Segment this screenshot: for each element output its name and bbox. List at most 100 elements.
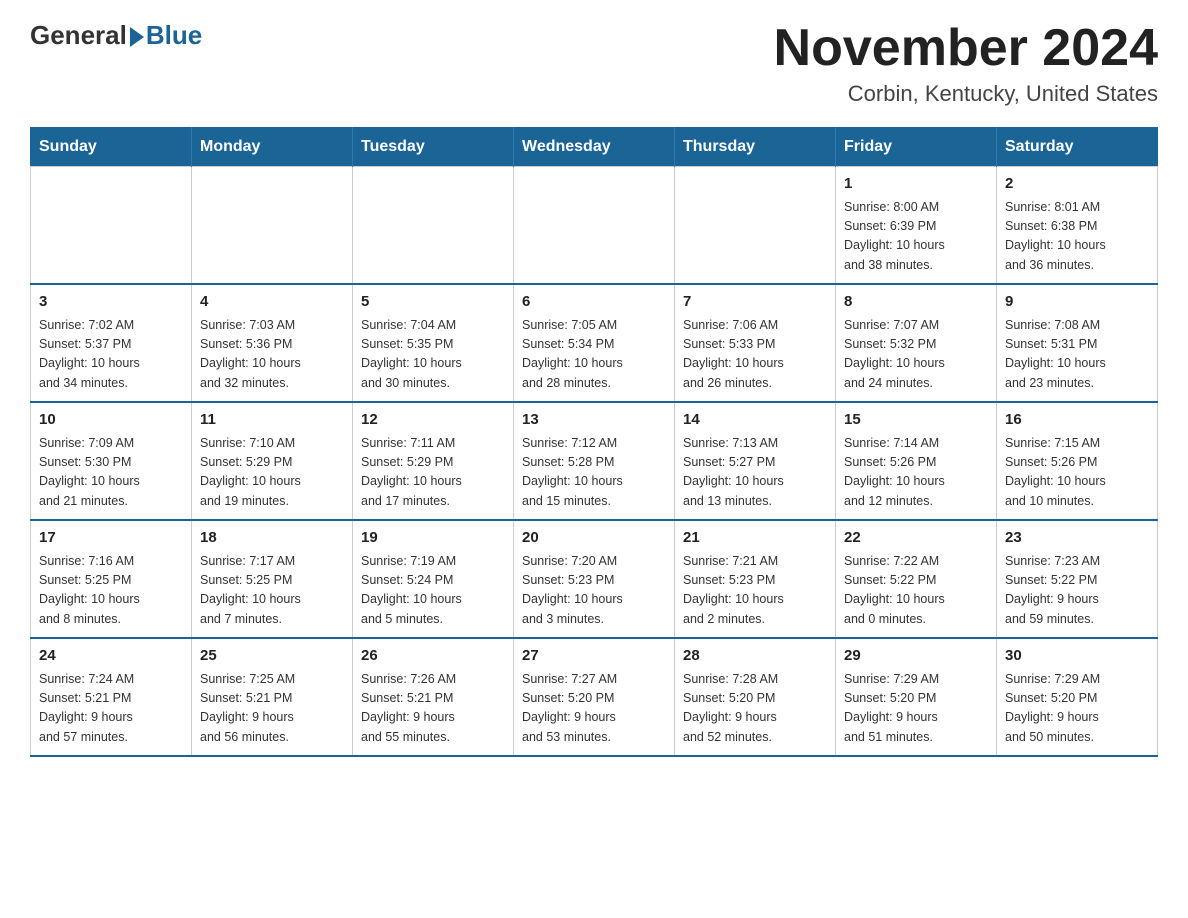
calendar-cell: 1Sunrise: 8:00 AMSunset: 6:39 PMDaylight… xyxy=(836,167,997,285)
day-number: 14 xyxy=(683,409,827,432)
logo: General Blue xyxy=(30,20,202,51)
day-info: Sunrise: 7:22 AMSunset: 5:22 PMDaylight:… xyxy=(844,552,988,630)
day-number: 19 xyxy=(361,527,505,550)
day-number: 29 xyxy=(844,645,988,668)
calendar-cell: 23Sunrise: 7:23 AMSunset: 5:22 PMDayligh… xyxy=(997,520,1158,638)
day-info: Sunrise: 7:02 AMSunset: 5:37 PMDaylight:… xyxy=(39,316,183,394)
day-info: Sunrise: 7:26 AMSunset: 5:21 PMDaylight:… xyxy=(361,670,505,748)
calendar-cell: 25Sunrise: 7:25 AMSunset: 5:21 PMDayligh… xyxy=(192,638,353,756)
day-number: 30 xyxy=(1005,645,1149,668)
day-number: 7 xyxy=(683,291,827,314)
calendar-cell: 14Sunrise: 7:13 AMSunset: 5:27 PMDayligh… xyxy=(675,402,836,520)
calendar-week-row: 24Sunrise: 7:24 AMSunset: 5:21 PMDayligh… xyxy=(31,638,1158,756)
day-info: Sunrise: 8:00 AMSunset: 6:39 PMDaylight:… xyxy=(844,198,988,276)
calendar-week-row: 3Sunrise: 7:02 AMSunset: 5:37 PMDaylight… xyxy=(31,284,1158,402)
day-of-week-header: Friday xyxy=(836,128,997,167)
day-number: 21 xyxy=(683,527,827,550)
day-info: Sunrise: 7:29 AMSunset: 5:20 PMDaylight:… xyxy=(1005,670,1149,748)
day-number: 18 xyxy=(200,527,344,550)
day-number: 12 xyxy=(361,409,505,432)
calendar-cell: 22Sunrise: 7:22 AMSunset: 5:22 PMDayligh… xyxy=(836,520,997,638)
day-of-week-header: Wednesday xyxy=(514,128,675,167)
day-info: Sunrise: 7:09 AMSunset: 5:30 PMDaylight:… xyxy=(39,434,183,512)
days-header-row: SundayMondayTuesdayWednesdayThursdayFrid… xyxy=(31,128,1158,167)
day-info: Sunrise: 7:12 AMSunset: 5:28 PMDaylight:… xyxy=(522,434,666,512)
day-info: Sunrise: 7:28 AMSunset: 5:20 PMDaylight:… xyxy=(683,670,827,748)
calendar-cell: 8Sunrise: 7:07 AMSunset: 5:32 PMDaylight… xyxy=(836,284,997,402)
day-number: 2 xyxy=(1005,173,1149,196)
location-subtitle: Corbin, Kentucky, United States xyxy=(774,81,1158,107)
day-number: 26 xyxy=(361,645,505,668)
calendar-cell: 7Sunrise: 7:06 AMSunset: 5:33 PMDaylight… xyxy=(675,284,836,402)
calendar-body: 1Sunrise: 8:00 AMSunset: 6:39 PMDaylight… xyxy=(31,167,1158,757)
day-info: Sunrise: 7:14 AMSunset: 5:26 PMDaylight:… xyxy=(844,434,988,512)
calendar-cell: 29Sunrise: 7:29 AMSunset: 5:20 PMDayligh… xyxy=(836,638,997,756)
calendar-cell: 28Sunrise: 7:28 AMSunset: 5:20 PMDayligh… xyxy=(675,638,836,756)
day-info: Sunrise: 7:20 AMSunset: 5:23 PMDaylight:… xyxy=(522,552,666,630)
day-info: Sunrise: 7:10 AMSunset: 5:29 PMDaylight:… xyxy=(200,434,344,512)
calendar-cell: 27Sunrise: 7:27 AMSunset: 5:20 PMDayligh… xyxy=(514,638,675,756)
day-info: Sunrise: 7:24 AMSunset: 5:21 PMDaylight:… xyxy=(39,670,183,748)
calendar-header: SundayMondayTuesdayWednesdayThursdayFrid… xyxy=(31,128,1158,167)
day-number: 17 xyxy=(39,527,183,550)
logo-general-text: General xyxy=(30,20,127,51)
calendar-cell: 5Sunrise: 7:04 AMSunset: 5:35 PMDaylight… xyxy=(353,284,514,402)
calendar-cell: 17Sunrise: 7:16 AMSunset: 5:25 PMDayligh… xyxy=(31,520,192,638)
calendar-cell: 21Sunrise: 7:21 AMSunset: 5:23 PMDayligh… xyxy=(675,520,836,638)
calendar-cell: 10Sunrise: 7:09 AMSunset: 5:30 PMDayligh… xyxy=(31,402,192,520)
title-block: November 2024 Corbin, Kentucky, United S… xyxy=(774,20,1158,107)
day-info: Sunrise: 7:21 AMSunset: 5:23 PMDaylight:… xyxy=(683,552,827,630)
calendar-cell xyxy=(514,167,675,285)
calendar-cell: 26Sunrise: 7:26 AMSunset: 5:21 PMDayligh… xyxy=(353,638,514,756)
day-number: 28 xyxy=(683,645,827,668)
day-of-week-header: Monday xyxy=(192,128,353,167)
calendar-cell xyxy=(192,167,353,285)
day-info: Sunrise: 7:27 AMSunset: 5:20 PMDaylight:… xyxy=(522,670,666,748)
logo-triangle-icon xyxy=(130,27,144,47)
calendar-cell xyxy=(675,167,836,285)
calendar-cell: 24Sunrise: 7:24 AMSunset: 5:21 PMDayligh… xyxy=(31,638,192,756)
day-number: 6 xyxy=(522,291,666,314)
day-number: 1 xyxy=(844,173,988,196)
calendar-cell: 20Sunrise: 7:20 AMSunset: 5:23 PMDayligh… xyxy=(514,520,675,638)
calendar-week-row: 10Sunrise: 7:09 AMSunset: 5:30 PMDayligh… xyxy=(31,402,1158,520)
day-info: Sunrise: 7:17 AMSunset: 5:25 PMDaylight:… xyxy=(200,552,344,630)
day-number: 25 xyxy=(200,645,344,668)
calendar-cell: 9Sunrise: 7:08 AMSunset: 5:31 PMDaylight… xyxy=(997,284,1158,402)
day-info: Sunrise: 7:23 AMSunset: 5:22 PMDaylight:… xyxy=(1005,552,1149,630)
day-info: Sunrise: 8:01 AMSunset: 6:38 PMDaylight:… xyxy=(1005,198,1149,276)
day-number: 9 xyxy=(1005,291,1149,314)
calendar-table: SundayMondayTuesdayWednesdayThursdayFrid… xyxy=(30,127,1158,757)
day-info: Sunrise: 7:05 AMSunset: 5:34 PMDaylight:… xyxy=(522,316,666,394)
day-info: Sunrise: 7:25 AMSunset: 5:21 PMDaylight:… xyxy=(200,670,344,748)
day-number: 24 xyxy=(39,645,183,668)
day-of-week-header: Thursday xyxy=(675,128,836,167)
day-number: 13 xyxy=(522,409,666,432)
calendar-cell: 13Sunrise: 7:12 AMSunset: 5:28 PMDayligh… xyxy=(514,402,675,520)
day-number: 8 xyxy=(844,291,988,314)
day-of-week-header: Tuesday xyxy=(353,128,514,167)
calendar-cell: 12Sunrise: 7:11 AMSunset: 5:29 PMDayligh… xyxy=(353,402,514,520)
calendar-cell: 15Sunrise: 7:14 AMSunset: 5:26 PMDayligh… xyxy=(836,402,997,520)
day-info: Sunrise: 7:15 AMSunset: 5:26 PMDaylight:… xyxy=(1005,434,1149,512)
calendar-cell xyxy=(353,167,514,285)
calendar-cell: 19Sunrise: 7:19 AMSunset: 5:24 PMDayligh… xyxy=(353,520,514,638)
day-number: 4 xyxy=(200,291,344,314)
day-number: 5 xyxy=(361,291,505,314)
day-info: Sunrise: 7:06 AMSunset: 5:33 PMDaylight:… xyxy=(683,316,827,394)
day-info: Sunrise: 7:07 AMSunset: 5:32 PMDaylight:… xyxy=(844,316,988,394)
month-title: November 2024 xyxy=(774,20,1158,77)
day-number: 23 xyxy=(1005,527,1149,550)
calendar-cell: 11Sunrise: 7:10 AMSunset: 5:29 PMDayligh… xyxy=(192,402,353,520)
day-number: 27 xyxy=(522,645,666,668)
calendar-cell xyxy=(31,167,192,285)
calendar-week-row: 17Sunrise: 7:16 AMSunset: 5:25 PMDayligh… xyxy=(31,520,1158,638)
day-info: Sunrise: 7:08 AMSunset: 5:31 PMDaylight:… xyxy=(1005,316,1149,394)
day-number: 20 xyxy=(522,527,666,550)
calendar-cell: 6Sunrise: 7:05 AMSunset: 5:34 PMDaylight… xyxy=(514,284,675,402)
calendar-cell: 30Sunrise: 7:29 AMSunset: 5:20 PMDayligh… xyxy=(997,638,1158,756)
calendar-cell: 16Sunrise: 7:15 AMSunset: 5:26 PMDayligh… xyxy=(997,402,1158,520)
calendar-cell: 3Sunrise: 7:02 AMSunset: 5:37 PMDaylight… xyxy=(31,284,192,402)
day-info: Sunrise: 7:16 AMSunset: 5:25 PMDaylight:… xyxy=(39,552,183,630)
calendar-cell: 18Sunrise: 7:17 AMSunset: 5:25 PMDayligh… xyxy=(192,520,353,638)
